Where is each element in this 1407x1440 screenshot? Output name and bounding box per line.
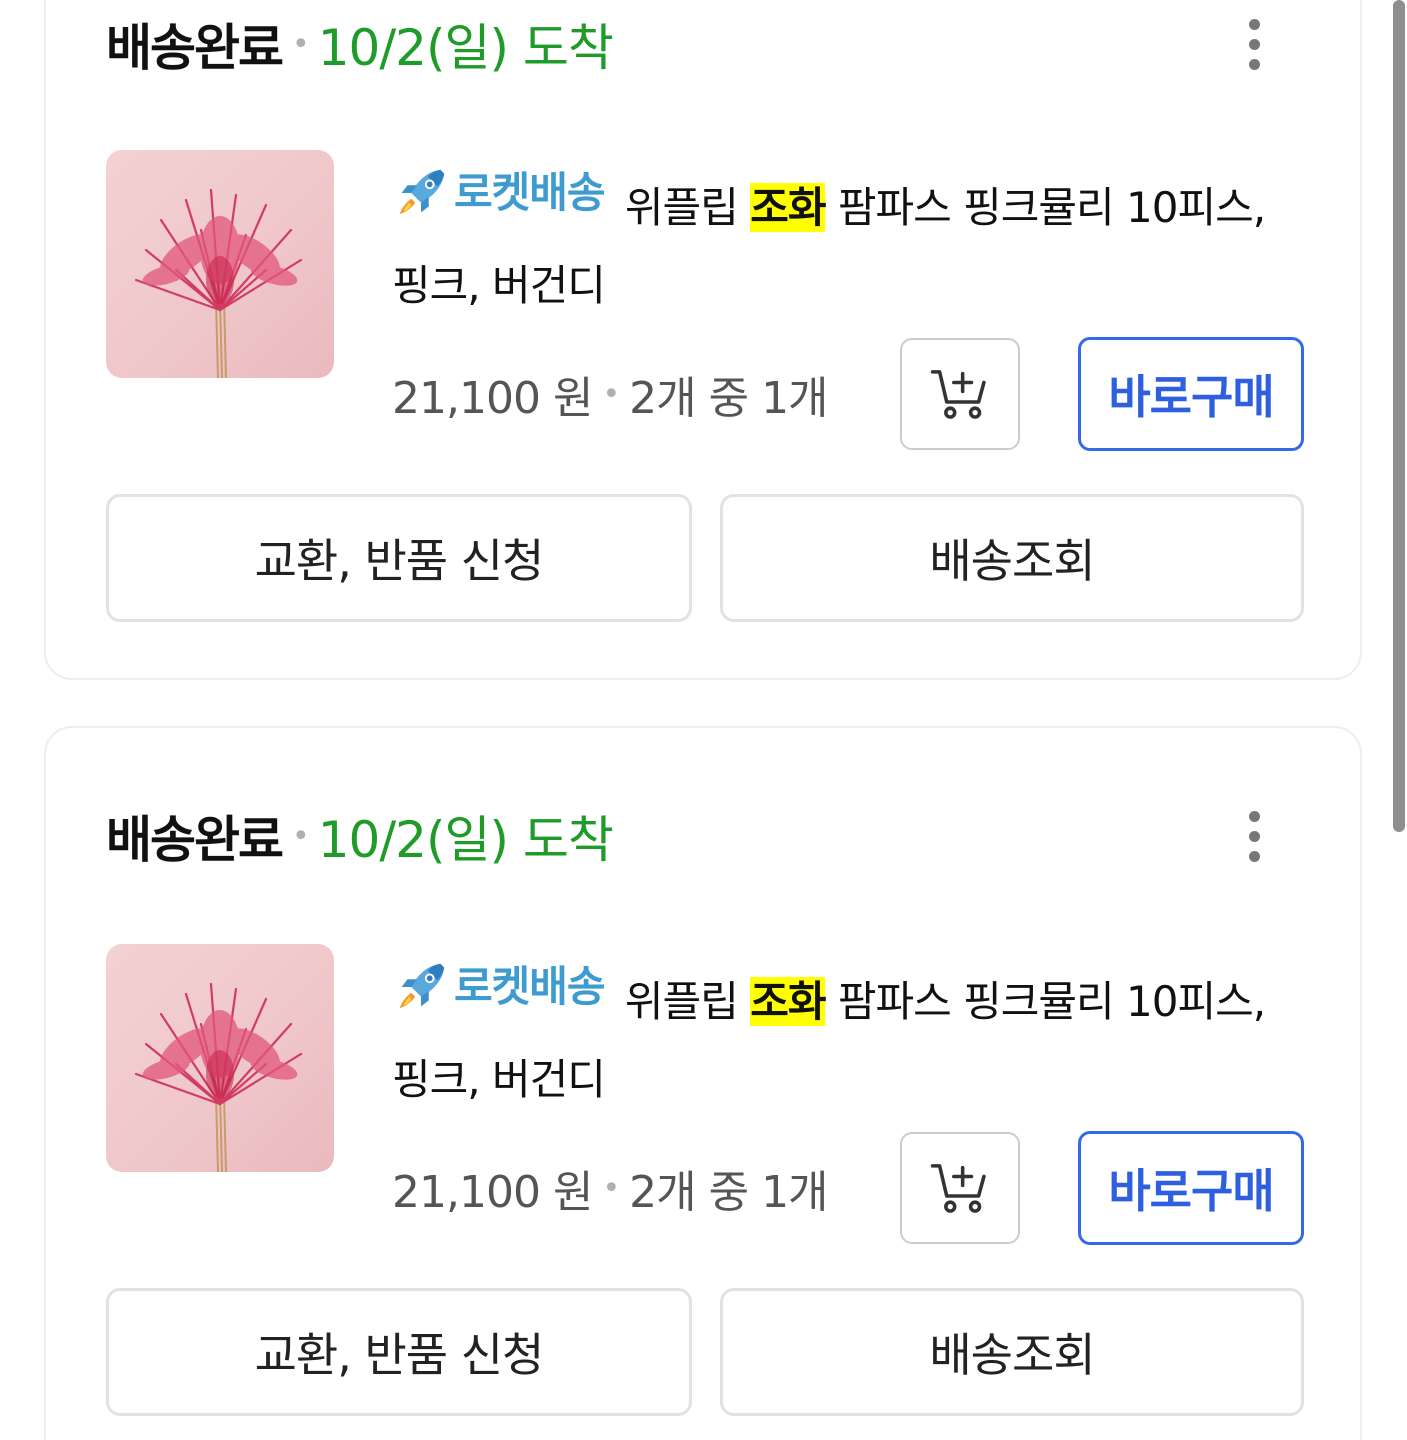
arrival-date: 10/2(일) 도착: [317, 811, 614, 869]
more-options-button[interactable]: [1232, 796, 1276, 876]
product-title[interactable]: 로켓배송 위플립 조화 팜파스 핑크뮬리 10피스, 핑크, 버건디: [392, 948, 1292, 1119]
product-image[interactable]: [106, 944, 334, 1172]
buy-now-button[interactable]: 바로구매: [1078, 1131, 1304, 1245]
quantity-info: 2개 중 1개: [629, 1167, 828, 1218]
product-price: 21,100 원: [392, 1167, 593, 1218]
order-list: 배송완료 • 10/2(일) 도착 로켓배송 위플립 조화 팜파스 핑크뮬리 1…: [0, 0, 1407, 1440]
product-image[interactable]: [106, 150, 334, 378]
product-price: 21,100 원: [392, 373, 593, 424]
add-to-cart-button[interactable]: [900, 1132, 1020, 1244]
more-dot: [1248, 830, 1260, 842]
more-dot: [1248, 810, 1260, 822]
rocket-delivery-label: 로켓배송: [454, 168, 606, 217]
search-highlight: 조화: [750, 977, 826, 1026]
rocket-icon: [392, 164, 450, 222]
buy-now-button[interactable]: 바로구매: [1078, 337, 1304, 451]
scrollbar[interactable]: [1383, 0, 1407, 1440]
separator-dot: •: [602, 1170, 620, 1206]
delivery-status: 배송완료: [106, 19, 284, 77]
add-to-cart-icon: [929, 366, 991, 422]
order-status-row: 배송완료 • 10/2(일) 도착: [106, 4, 614, 84]
more-dot: [1248, 38, 1260, 50]
scrollbar-thumb[interactable]: [1393, 0, 1405, 832]
exchange-return-button[interactable]: 교환, 반품 신청: [106, 494, 692, 622]
separator-dot: •: [602, 376, 620, 412]
add-to-cart-icon: [929, 1160, 991, 1216]
more-dot: [1248, 18, 1260, 30]
product-title[interactable]: 로켓배송 위플립 조화 팜파스 핑크뮬리 10피스, 핑크, 버건디: [392, 154, 1292, 325]
delivery-status: 배송완료: [106, 811, 284, 869]
separator-dot: •: [292, 26, 310, 62]
order-card: 배송완료 • 10/2(일) 도착 로켓배송 위플립 조화 팜파스 핑크뮬리 1…: [44, 726, 1362, 1440]
more-dot: [1248, 850, 1260, 862]
product-brand: 위플립: [624, 183, 739, 232]
rocket-delivery-label: 로켓배송: [454, 962, 606, 1011]
more-dot: [1248, 58, 1260, 70]
rocket-delivery-badge: 로켓배송: [392, 948, 606, 1026]
pink-pampas-grass-icon: [106, 150, 334, 378]
product-brand: 위플립: [624, 977, 739, 1026]
pink-pampas-grass-icon: [106, 944, 334, 1172]
track-shipping-button[interactable]: 배송조회: [720, 1288, 1304, 1416]
separator-dot: •: [292, 818, 310, 854]
rocket-icon: [392, 958, 450, 1016]
search-highlight: 조화: [750, 183, 826, 232]
order-status-row: 배송완료 • 10/2(일) 도착: [106, 796, 614, 876]
quantity-info: 2개 중 1개: [629, 373, 828, 424]
exchange-return-button[interactable]: 교환, 반품 신청: [106, 1288, 692, 1416]
more-options-button[interactable]: [1232, 4, 1276, 84]
add-to-cart-button[interactable]: [900, 338, 1020, 450]
price-row: 21,100 원 • 2개 중 1개: [392, 1148, 829, 1228]
track-shipping-button[interactable]: 배송조회: [720, 494, 1304, 622]
order-card: 배송완료 • 10/2(일) 도착 로켓배송 위플립 조화 팜파스 핑크뮬리 1…: [44, 0, 1362, 680]
arrival-date: 10/2(일) 도착: [317, 19, 614, 77]
price-row: 21,100 원 • 2개 중 1개: [392, 354, 829, 434]
rocket-delivery-badge: 로켓배송: [392, 154, 606, 232]
